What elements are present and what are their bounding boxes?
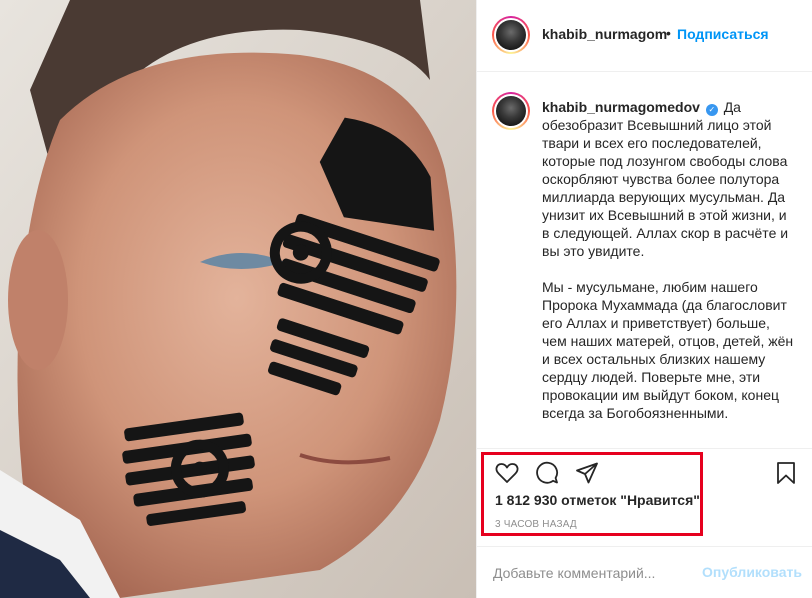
caption-avatar-image	[496, 96, 526, 126]
post-photo[interactable]	[0, 0, 476, 598]
verified-badge-icon: ✓	[705, 104, 718, 116]
actions-section: 1 812 930 отметок "Нравится" 3 ЧАСОВ НАЗ…	[477, 448, 812, 552]
comment-section: Опубликовать	[477, 546, 812, 598]
caption-section: khabib_nurmagomedov ✓ Да обезобразит Все…	[477, 72, 812, 448]
caption-text: khabib_nurmagomedov ✓ Да обезобразит Все…	[542, 98, 797, 422]
highlight-box	[481, 452, 703, 536]
caption-avatar[interactable]	[492, 92, 530, 130]
caption-username[interactable]: khabib_nurmagomedov	[542, 99, 700, 115]
caption-avatar-frame	[494, 94, 528, 128]
caption-paragraph-1: khabib_nurmagomedov ✓ Да обезобразит Все…	[542, 98, 797, 260]
header-separator: •	[666, 25, 671, 41]
caption-paragraph-2: Мы - мусульмане, любим нашего Пророка Му…	[542, 279, 794, 421]
caption-body-1: Да обезобразит Всевышний лицо этой твари…	[542, 99, 789, 259]
post-header: khabib_nurmagom • Подписаться	[477, 0, 812, 72]
post-comment-button[interactable]: Опубликовать	[702, 564, 802, 580]
header-username[interactable]: khabib_nurmagom	[542, 26, 667, 42]
save-button[interactable]	[775, 461, 797, 490]
post-sidebar: khabib_nurmagom • Подписаться khabib_nur…	[476, 0, 812, 598]
avatar[interactable]	[492, 16, 530, 54]
avatar-frame	[494, 18, 528, 52]
comment-input[interactable]	[493, 562, 683, 584]
instagram-post: khabib_nurmagom • Подписаться khabib_nur…	[0, 0, 812, 598]
avatar-image	[496, 20, 526, 50]
bookmark-icon	[777, 462, 795, 484]
follow-button[interactable]: Подписаться	[677, 26, 769, 42]
photo-illustration	[0, 0, 476, 598]
